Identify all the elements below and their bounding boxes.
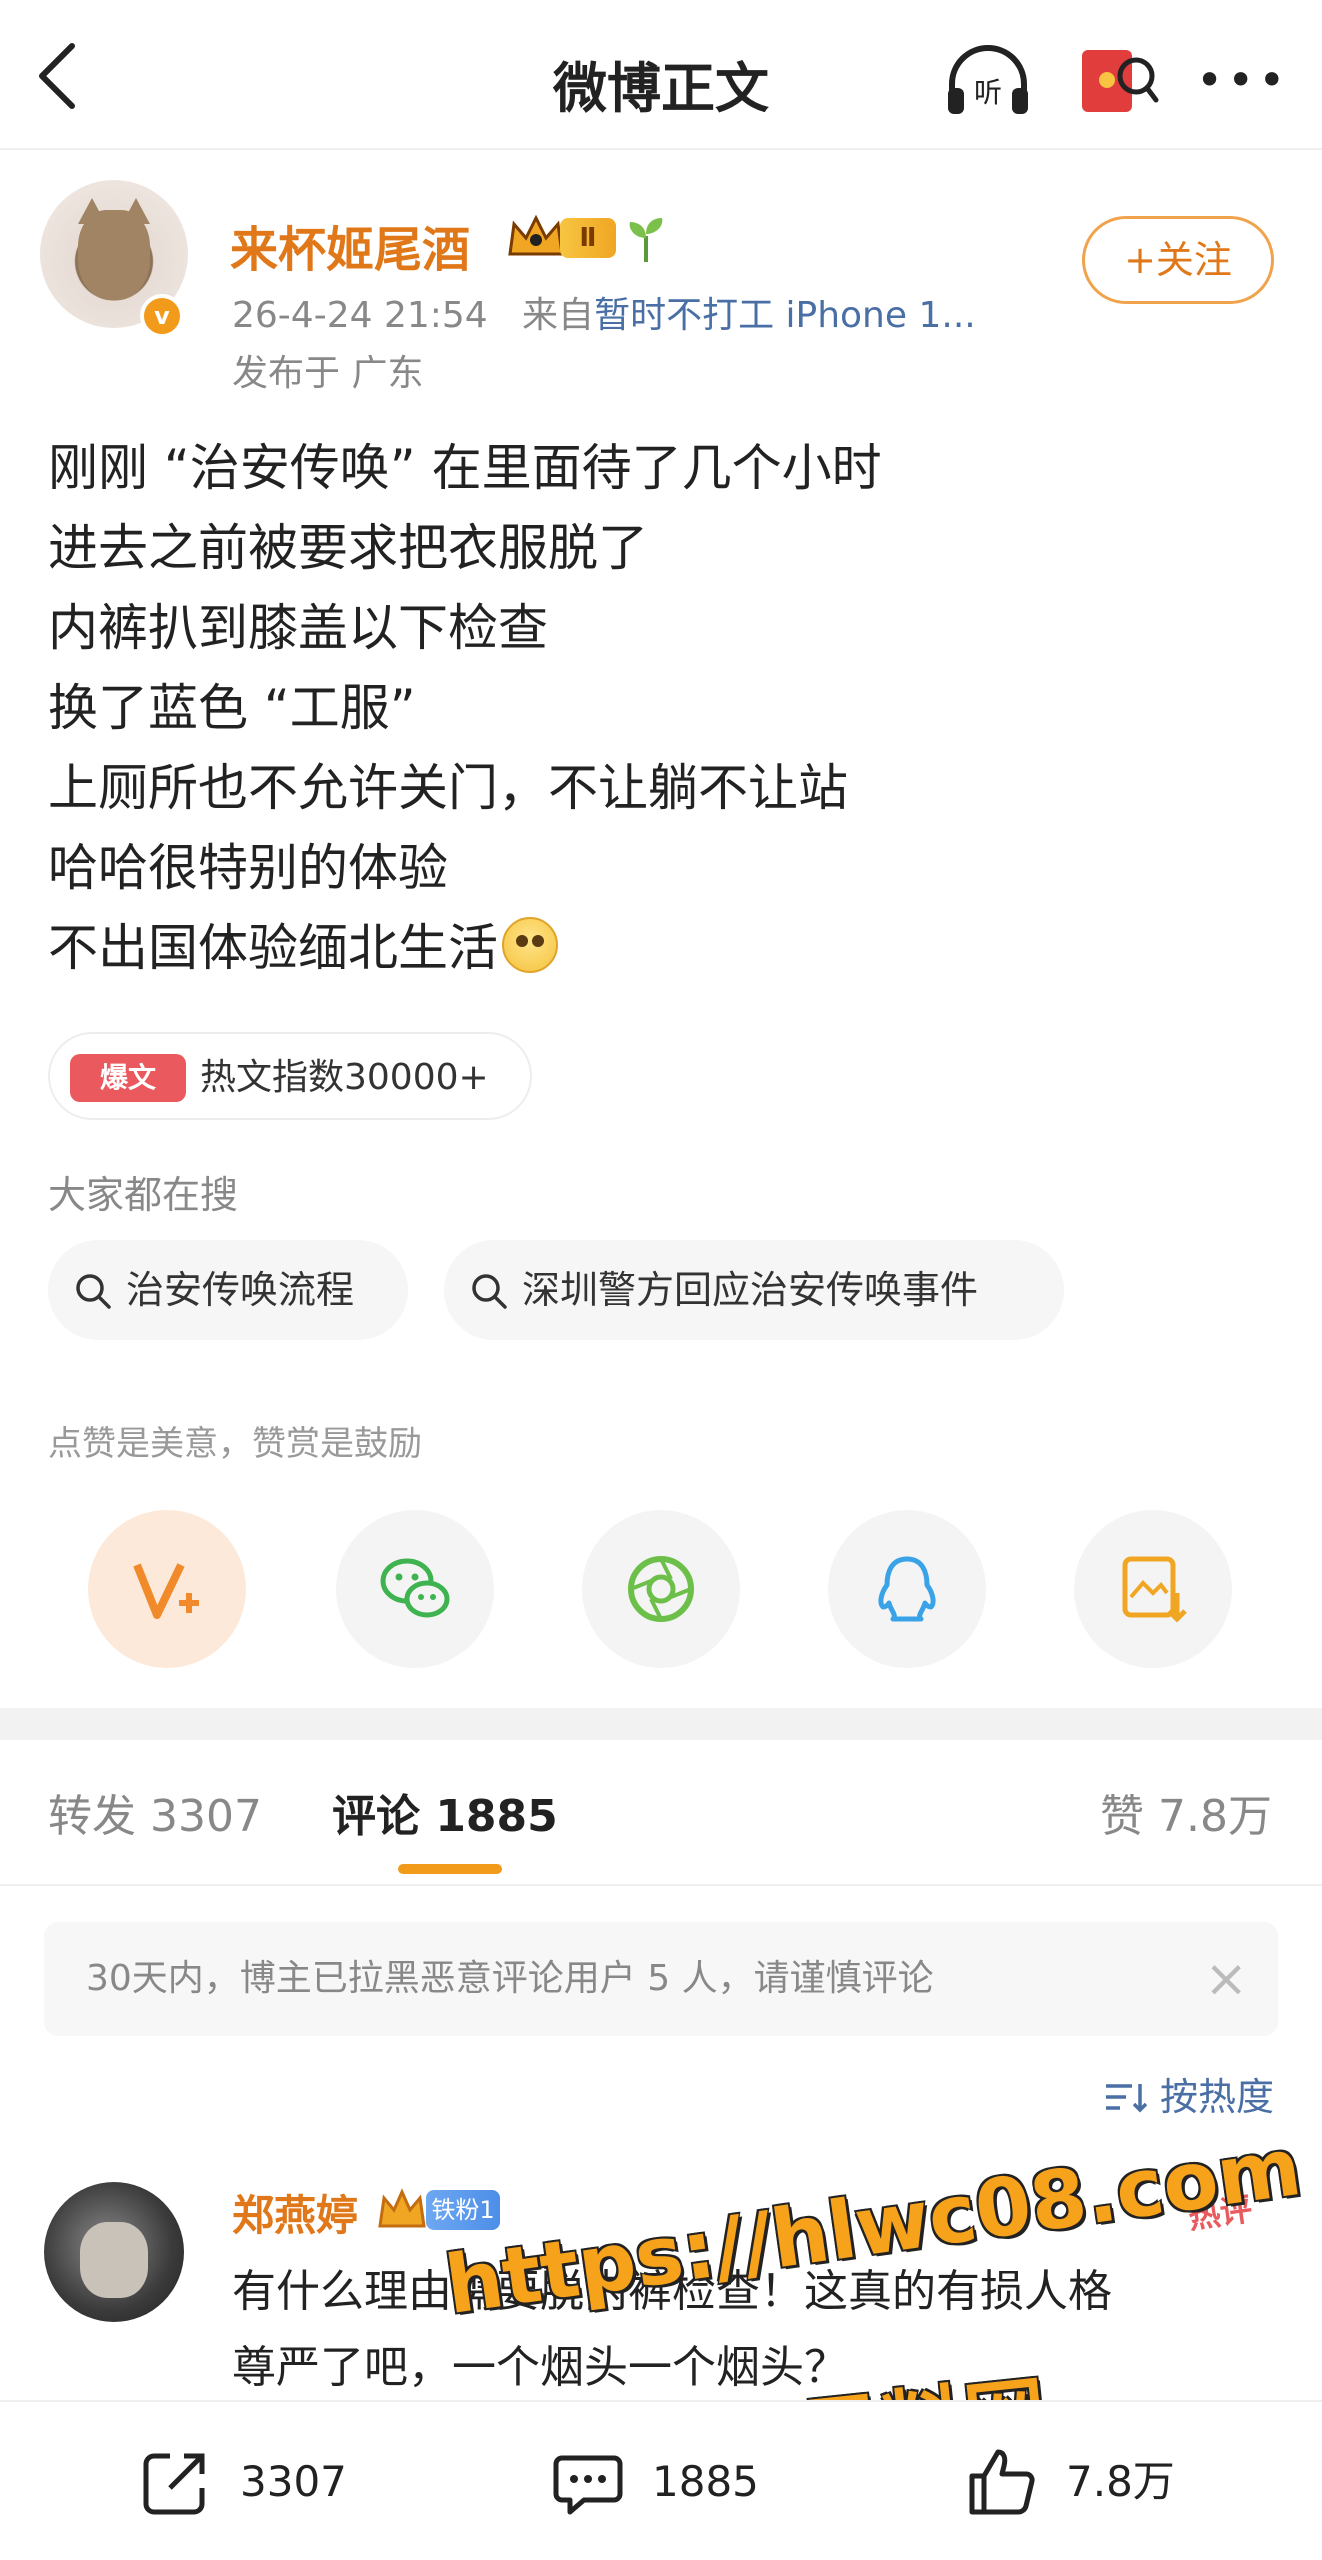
verified-badge-icon: v <box>140 294 184 338</box>
comment-count: 1885 <box>652 2457 759 2506</box>
post-body: 刚刚 “治安传唤” 在里面待了几个小时 进去之前被要求把衣服脱了 内裤扒到膝盖以… <box>48 428 1288 988</box>
comment-text: 有什么理由需要脱内裤检查！这真的有损人格 尊严了吧，一个烟头一个烟头？ <box>232 2254 1282 2406</box>
hot-comment-label: 热评 <box>1185 2189 1255 2237</box>
section-divider <box>0 1708 1322 1740</box>
sprout-icon <box>629 218 663 262</box>
share-arrow-icon <box>143 2453 205 2515</box>
source-prefix: 来自 <box>522 295 595 336</box>
reward-v-plus-icon <box>133 1563 199 1619</box>
image-download-icon <box>1122 1556 1187 1623</box>
fan-crown-icon <box>378 2188 426 2228</box>
comment-bubble-icon <box>553 2455 623 2515</box>
share-moments-button[interactable] <box>582 1510 740 1668</box>
wechat-icon <box>380 1558 450 1618</box>
tab-like[interactable]: 赞 7.8万 <box>1100 1780 1272 1844</box>
qq-penguin-icon <box>878 1556 936 1622</box>
search-chip[interactable]: 深圳警方回应治安传唤事件 <box>444 1240 1064 1340</box>
post-line-last: 不出国体验缅北生活 <box>48 908 1288 988</box>
more-options-icon[interactable]: ••• <box>1196 40 1286 120</box>
share-qq-button[interactable] <box>828 1510 986 1668</box>
post-location: 发布于 广东 <box>232 353 424 394</box>
reward-hint: 点赞是美意，赞赏是鼓励 <box>48 1424 422 1464</box>
post-line: 换了蓝色 “工服” <box>48 679 416 737</box>
crown-icon <box>508 214 564 256</box>
like-button[interactable]: 7.8万 <box>966 2442 1226 2522</box>
search-icon <box>76 1274 111 1309</box>
hot-article-badge: 爆文 <box>70 1054 186 1102</box>
post-line: 哈哈很特别的体验 <box>48 839 448 897</box>
moments-shutter-icon <box>628 1556 694 1622</box>
tab-repost[interactable]: 转发 3307 <box>48 1780 262 1844</box>
commenter-name[interactable]: 郑燕婷 <box>232 2182 358 2243</box>
comment-notice: 30天内，博主已拉黑恶意评论用户 5 人，请谨慎评论 × <box>44 1922 1278 2036</box>
save-image-button[interactable] <box>1074 1510 1232 1668</box>
search-chip[interactable]: 治安传唤流程 <box>48 1240 408 1340</box>
follow-button[interactable]: +关注 <box>1082 216 1274 304</box>
search-chip-text: 治安传唤流程 <box>126 1268 355 1312</box>
comment-line: 尊严了吧，一个烟头一个烟头？ <box>232 2342 848 2393</box>
hot-index-text: 热文指数30000+ <box>200 1057 489 1098</box>
like-count: 7.8万 <box>1066 2457 1175 2506</box>
comment-line: 有什么理由需要脱内裤检查！这真的有损人格 <box>232 2266 1112 2317</box>
sort-by-hot-button[interactable]: 按热度 <box>1104 2066 1274 2121</box>
active-tab-indicator <box>398 1864 502 1874</box>
repost-count: 3307 <box>240 2457 347 2506</box>
thumbs-up-icon <box>969 2449 1035 2515</box>
post-meta: 26-4-24 21:54 来自暂时不打工 iPhone 1... <box>232 286 976 338</box>
tab-comment[interactable]: 评论 1885 <box>332 1780 558 1844</box>
notice-text: 30天内，博主已拉黑恶意评论用户 5 人，请谨慎评论 <box>86 1958 934 1999</box>
repost-button[interactable]: 3307 <box>140 2442 400 2522</box>
bottom-action-bar: 3307 1885 7.8万 <box>0 2400 1322 2560</box>
headphones-icon[interactable]: 听 <box>942 40 1034 120</box>
sort-icon <box>1105 2084 1148 2113</box>
comment-button[interactable]: 1885 <box>552 2442 812 2522</box>
trending-search-label: 大家都在搜 <box>48 1173 239 1217</box>
red-packet-search-icon[interactable] <box>1074 36 1160 122</box>
post-line: 刚刚 “治安传唤” 在里面待了几个小时 <box>48 439 882 497</box>
shush-face-emoji-icon <box>502 917 558 973</box>
search-chip-text: 深圳警方回应治安传唤事件 <box>522 1268 979 1312</box>
post-line: 上厕所也不允许关门，不让躺不让站 <box>48 759 848 817</box>
post-line: 进去之前被要求把衣服脱了 <box>48 519 648 577</box>
author-name[interactable]: 来杯姬尾酒 <box>230 210 470 280</box>
close-icon[interactable]: × <box>1204 1922 1248 2036</box>
share-wechat-button[interactable] <box>336 1510 494 1668</box>
post-source-link[interactable]: 暂时不打工 iPhone 1... <box>594 295 976 336</box>
post-line-text: 不出国体验缅北生活 <box>48 919 498 977</box>
tab-divider <box>0 1884 1322 1886</box>
hot-article-tag[interactable]: 爆文 热文指数30000+ <box>48 1032 532 1120</box>
top-nav-bar: 微博正文 听 ••• <box>0 0 1322 150</box>
sort-label: 按热度 <box>1159 2075 1274 2119</box>
post-timestamp: 26-4-24 21:54 <box>232 295 488 336</box>
search-icon <box>472 1274 507 1309</box>
post-line: 内裤扒到膝盖以下检查 <box>48 599 548 657</box>
svg-text:听: 听 <box>974 76 1002 109</box>
iron-fan-badge: 铁粉1 <box>426 2190 500 2230</box>
reward-button[interactable] <box>88 1510 246 1668</box>
commenter-avatar[interactable] <box>44 2182 184 2322</box>
member-level-badge: Ⅱ <box>560 218 616 258</box>
